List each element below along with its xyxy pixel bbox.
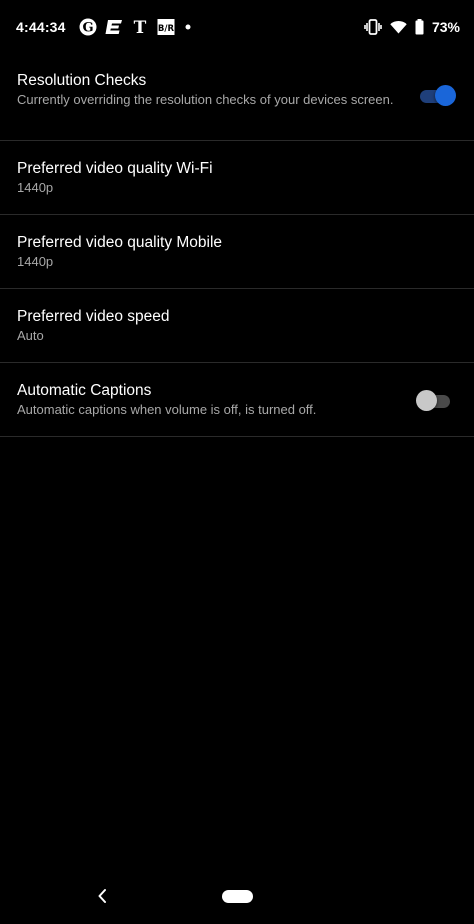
svg-text:T: T xyxy=(133,18,146,36)
system-status: 73% xyxy=(364,19,460,35)
setting-automatic-captions[interactable]: Automatic Captions Automatic captions wh… xyxy=(0,363,474,437)
dot-icon xyxy=(183,18,193,36)
navigation-bar xyxy=(0,870,474,924)
status-time: 4:44:34 xyxy=(16,19,66,35)
wifi-icon xyxy=(390,20,407,34)
back-chevron-icon[interactable] xyxy=(94,884,110,908)
setting-title: Preferred video speed xyxy=(17,308,170,325)
svg-text:B/R: B/R xyxy=(158,24,175,34)
setting-video-quality-mobile[interactable]: Preferred video quality Mobile 1440p xyxy=(0,215,474,289)
notification-icons: G T B/R xyxy=(79,18,193,36)
espn-icon xyxy=(105,18,123,36)
setting-resolution-checks[interactable]: Resolution Checks Currently overriding t… xyxy=(0,58,474,141)
settings-list: Resolution Checks Currently overriding t… xyxy=(0,58,474,437)
setting-video-quality-wifi[interactable]: Preferred video quality Wi-Fi 1440p xyxy=(0,141,474,215)
setting-title: Automatic Captions xyxy=(17,382,152,399)
automatic-captions-toggle[interactable] xyxy=(416,390,454,411)
setting-video-speed[interactable]: Preferred video speed Auto xyxy=(0,289,474,363)
settings-screen: 4:44:34 G T B/R 73% Resolution Checks Cu… xyxy=(0,0,474,924)
battery-icon xyxy=(415,19,424,35)
status-bar: 4:44:34 G T B/R 73% xyxy=(0,0,474,54)
setting-summary: 1440p xyxy=(17,180,54,195)
setting-title: Preferred video quality Mobile xyxy=(17,234,223,251)
guardian-icon: G xyxy=(79,18,97,36)
setting-summary: Automatic captions when volume is off, i… xyxy=(17,402,317,417)
setting-title: Resolution Checks xyxy=(17,72,147,89)
toggle-thumb xyxy=(435,85,456,106)
setting-summary: Currently overriding the resolution chec… xyxy=(17,92,394,107)
battery-percent: 73% xyxy=(431,19,460,35)
setting-summary: Auto xyxy=(17,328,44,343)
vibrate-icon xyxy=(364,19,382,35)
toggle-thumb xyxy=(416,390,437,411)
svg-text:G: G xyxy=(82,21,93,36)
setting-summary: 1440p xyxy=(17,254,54,269)
nyt-icon: T xyxy=(131,18,149,36)
bleacher-report-icon: B/R xyxy=(157,18,175,36)
resolution-checks-toggle[interactable] xyxy=(418,85,456,106)
home-pill-icon[interactable] xyxy=(222,890,253,903)
setting-title: Preferred video quality Wi-Fi xyxy=(17,160,213,177)
